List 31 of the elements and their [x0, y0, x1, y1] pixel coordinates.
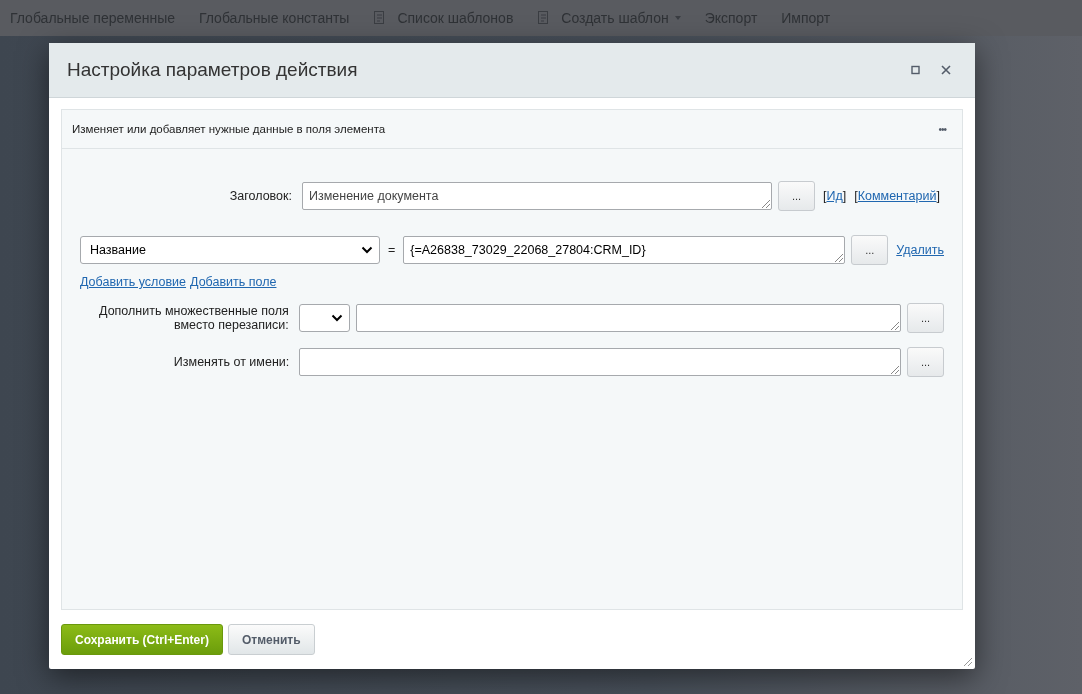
bracket: [ [823, 189, 827, 203]
mode-select[interactable] [298, 304, 351, 332]
close-icon[interactable] [941, 65, 951, 75]
bracket: [ [854, 189, 858, 203]
more-menu-button[interactable]: ••• [938, 123, 946, 135]
chevron-icon [361, 246, 373, 254]
bracket: ] [936, 189, 940, 203]
title-field[interactable]: Изменение документа [302, 182, 772, 210]
maximize-icon[interactable] [911, 65, 921, 75]
field-label: Изменять от имени: [172, 355, 290, 369]
bracket: ] [842, 189, 847, 203]
insert-value-button[interactable]: ... [851, 235, 889, 265]
add-link[interactable]: Добавить условие [80, 275, 187, 289]
field-select[interactable]: Название [80, 236, 380, 264]
field-label: Заголовок: [228, 189, 292, 203]
dialog-title: Настройка параметров действия [67, 59, 359, 81]
equals-sign: = [388, 243, 396, 257]
delete-link[interactable]: Удалить [896, 243, 944, 257]
insert-value-button[interactable]: ... [907, 347, 944, 377]
field-label: Дополнить множественные поля вместо перезаписи: [98, 304, 289, 332]
insert-value-button[interactable]: ... [778, 181, 815, 211]
text-field[interactable] [356, 304, 902, 332]
insert-value-button[interactable]: ... [907, 303, 944, 333]
chevron-icon [331, 314, 344, 322]
link[interactable]: Ид [826, 189, 843, 203]
cancel-button[interactable]: Отменить [227, 624, 315, 655]
action-description: Изменяет или добавляет нужные данные в поля элемента [72, 123, 386, 135]
value-field[interactable]: {=A26838_73029_22068_27804:CRM_ID} [403, 236, 846, 264]
resize-handle-icon[interactable] [961, 655, 973, 667]
text-field[interactable] [299, 348, 902, 376]
add-link[interactable]: Добавить поле [190, 275, 277, 289]
